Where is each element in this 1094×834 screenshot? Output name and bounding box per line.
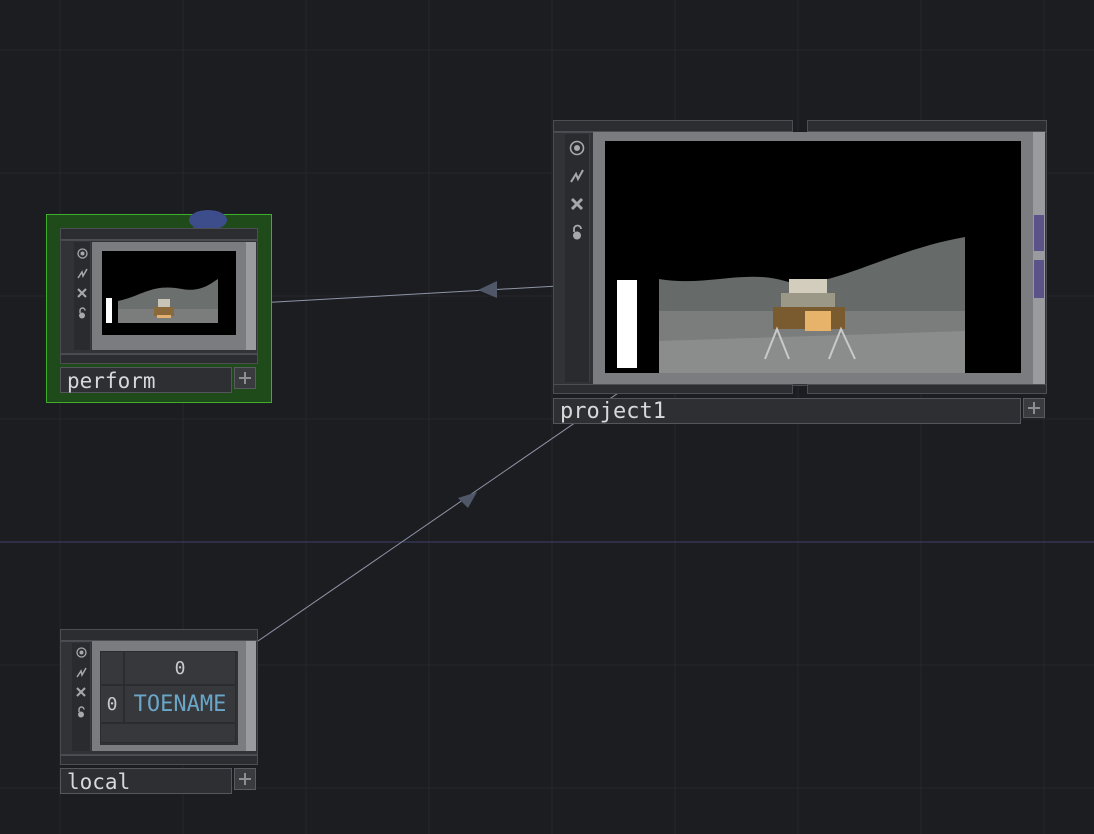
- node-top-bar-right: [807, 120, 1047, 132]
- node-name-project1[interactable]: project1: [553, 398, 1021, 424]
- bypass-icon[interactable]: [73, 664, 89, 680]
- node-bottom-bar: [60, 354, 258, 364]
- bypass-icon[interactable]: [74, 265, 90, 281]
- node-name-local[interactable]: local: [60, 768, 232, 794]
- plus-icon: [239, 372, 251, 384]
- node-bottom-bar: [60, 755, 258, 765]
- add-connector-button[interactable]: [234, 367, 256, 389]
- lock-icon[interactable]: [73, 704, 89, 720]
- output-slot-1[interactable]: [1034, 215, 1044, 251]
- plus-icon: [1028, 402, 1040, 414]
- node-local[interactable]: 0 0 TOENAME local: [60, 629, 260, 797]
- node-name-perform[interactable]: perform: [60, 367, 232, 393]
- table-empty-row: [100, 723, 236, 743]
- node-top-bar: [60, 228, 258, 240]
- plus-icon: [239, 773, 251, 785]
- table-cell-value: TOENAME: [124, 685, 236, 723]
- cook-icon[interactable]: [565, 192, 589, 216]
- node-bottom-bar-left: [553, 384, 793, 394]
- lock-icon[interactable]: [74, 305, 90, 321]
- viewer-icon[interactable]: [74, 245, 90, 261]
- table-corner-cell: [100, 651, 124, 685]
- output-connector[interactable]: [246, 641, 256, 751]
- table-row-header: 0: [100, 685, 124, 723]
- viewer-icon[interactable]: [565, 136, 589, 160]
- cook-icon[interactable]: [74, 285, 90, 301]
- add-connector-button[interactable]: [234, 768, 256, 790]
- output-connector[interactable]: [246, 242, 256, 350]
- node-project1[interactable]: project1: [553, 120, 1047, 426]
- node-perform[interactable]: perform: [46, 210, 272, 403]
- node-bottom-bar-right: [807, 384, 1047, 394]
- output-slot-2[interactable]: [1034, 260, 1044, 298]
- viewer-image[interactable]: [605, 141, 1021, 373]
- cook-icon[interactable]: [73, 684, 89, 700]
- output-connector[interactable]: [1033, 132, 1045, 384]
- viewer-image[interactable]: [102, 251, 236, 335]
- viewer-icon[interactable]: [73, 644, 89, 660]
- node-top-bar: [60, 629, 258, 641]
- table-viewer[interactable]: 0 0 TOENAME: [100, 651, 238, 745]
- table-col-header: 0: [124, 651, 236, 685]
- lock-icon[interactable]: [565, 220, 589, 244]
- node-top-bar-left: [553, 120, 793, 132]
- add-connector-button[interactable]: [1023, 398, 1045, 418]
- bypass-icon[interactable]: [565, 164, 589, 188]
